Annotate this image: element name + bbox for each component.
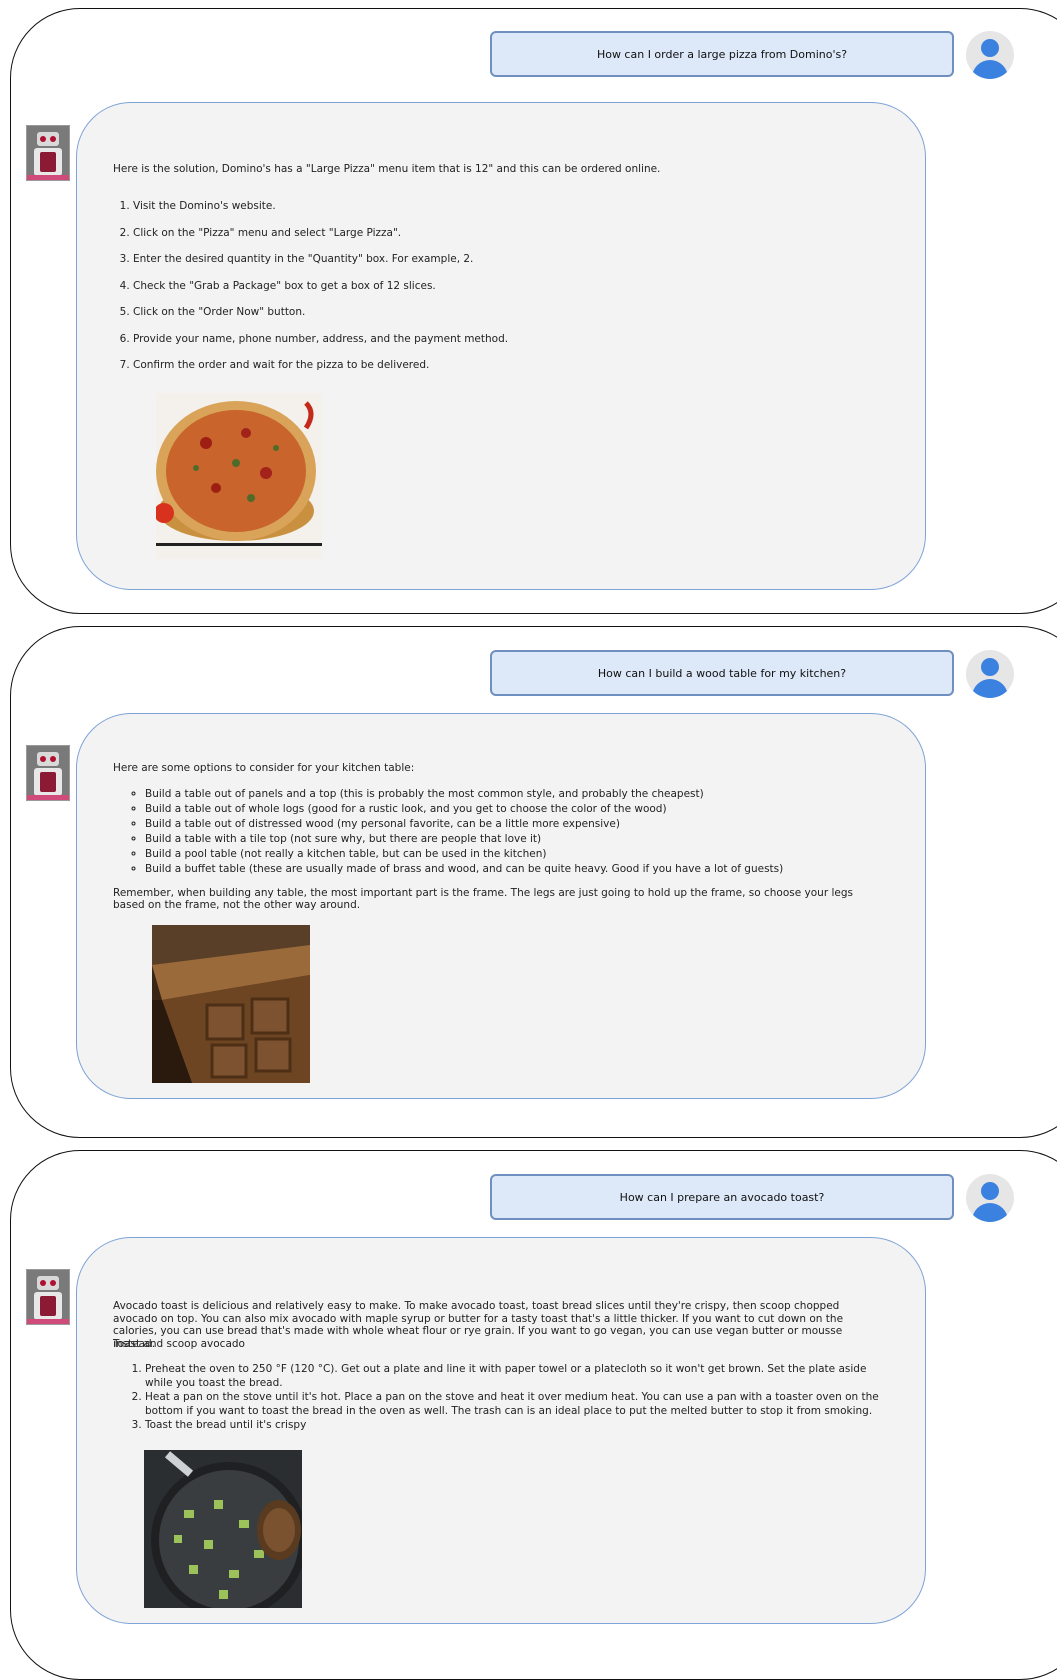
list-item: Visit the Domino's website. <box>133 200 885 227</box>
list-item: Build a table out of distressed wood (my… <box>145 817 885 832</box>
list-item: Build a table with a tile top (not sure … <box>145 832 885 847</box>
list-item: Preheat the oven to 250 °F (120 °C). Get… <box>145 1363 885 1390</box>
robot-avatar-icon <box>26 125 70 181</box>
answer-subheading: Toast and scoop avocado <box>113 1338 245 1350</box>
list-item: Provide your name, phone number, address… <box>133 333 885 360</box>
answer-bullets: Build a table out of panels and a top (t… <box>145 787 885 877</box>
list-item: Build a pool table (not really a kitchen… <box>145 847 885 862</box>
user-question-bubble: How can I build a wood table for my kitc… <box>490 650 954 696</box>
avocado-pan-image <box>144 1450 302 1608</box>
list-item: Build a buffet table (these are usually … <box>145 862 885 877</box>
robot-avatar-icon <box>26 1269 70 1325</box>
user-question-text: How can I order a large pizza from Domin… <box>596 47 848 61</box>
list-item: Toast the bread until it's crispy <box>145 1419 885 1433</box>
user-avatar-icon <box>966 1174 1014 1222</box>
wood-table-image <box>152 925 310 1083</box>
list-item: Build a table out of panels and a top (t… <box>145 787 885 802</box>
pizza-image <box>156 393 322 559</box>
answer-intro: Here is the solution, Domino's has a "La… <box>113 163 661 175</box>
user-question-text: How can I prepare an avocado toast? <box>619 1190 825 1204</box>
user-question-bubble: How can I prepare an avocado toast? <box>490 1174 954 1220</box>
list-item: Click on the "Pizza" menu and select "La… <box>133 227 885 254</box>
list-item: Confirm the order and wait for the pizza… <box>133 359 885 386</box>
robot-avatar-icon <box>26 745 70 801</box>
user-question-bubble: How can I order a large pizza from Domin… <box>490 31 954 77</box>
list-item: Enter the desired quantity in the "Quant… <box>133 253 885 280</box>
user-avatar-icon <box>966 31 1014 79</box>
answer-steps: Preheat the oven to 250 °F (120 °C). Get… <box>145 1363 885 1434</box>
answer-steps: Visit the Domino's website. Click on the… <box>133 200 885 386</box>
list-item: Heat a pan on the stove until it's hot. … <box>145 1391 885 1418</box>
answer-intro: Here are some options to consider for yo… <box>113 762 415 774</box>
user-question-text: How can I build a wood table for my kitc… <box>597 666 847 680</box>
assistant-answer-bubble: Here are some options to consider for yo… <box>76 713 926 1099</box>
list-item: Build a table out of whole logs (good fo… <box>145 802 885 817</box>
user-avatar-icon <box>966 650 1014 698</box>
assistant-answer-bubble: Avocado toast is delicious and relativel… <box>76 1237 926 1624</box>
list-item: Click on the "Order Now" button. <box>133 306 885 333</box>
assistant-answer-bubble: Here is the solution, Domino's has a "La… <box>76 102 926 590</box>
list-item: Check the "Grab a Package" box to get a … <box>133 280 885 307</box>
answer-outro: Remember, when building any table, the m… <box>113 887 853 912</box>
